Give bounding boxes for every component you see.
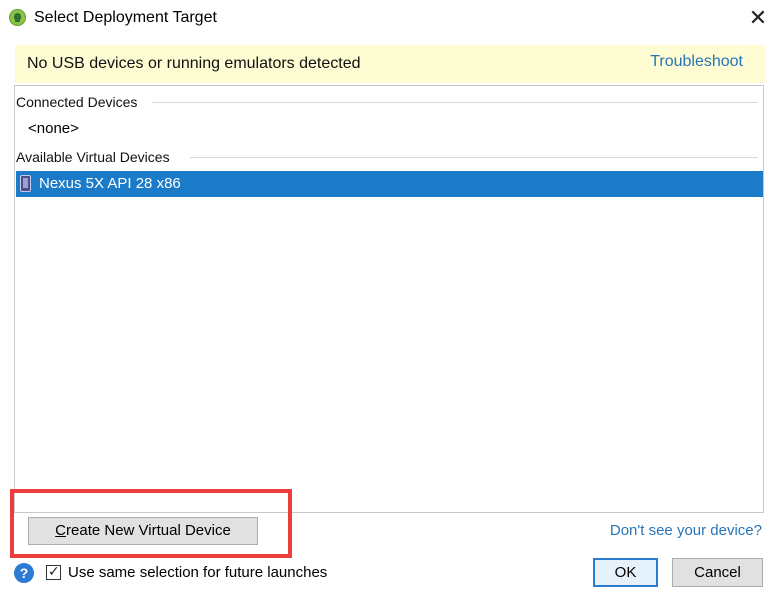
create-button-mnemonic: C bbox=[55, 522, 67, 539]
help-icon[interactable]: ? bbox=[14, 563, 34, 583]
close-icon[interactable]: ✕ bbox=[744, 4, 772, 32]
create-button-label: reate New Virtual Device bbox=[66, 522, 231, 539]
connected-devices-header: Connected Devices bbox=[16, 94, 758, 110]
device-name: Nexus 5X API 28 x86 bbox=[39, 175, 181, 192]
ok-button[interactable]: OK bbox=[593, 558, 658, 587]
connected-devices-empty: <none> bbox=[28, 120, 79, 137]
checkmark-icon: ✓ bbox=[48, 563, 60, 579]
troubleshoot-link[interactable]: Troubleshoot bbox=[650, 53, 743, 71]
select-deployment-target-dialog: Select Deployment Target ✕ No USB device… bbox=[0, 0, 780, 603]
title-bar: Select Deployment Target ✕ bbox=[0, 0, 780, 36]
available-devices-header: Available Virtual Devices bbox=[16, 149, 758, 165]
section-divider bbox=[190, 157, 758, 158]
create-new-virtual-device-button[interactable]: Create New Virtual Device bbox=[28, 517, 258, 545]
dont-see-device-link[interactable]: Don't see your device? bbox=[610, 522, 762, 540]
same-selection-checkbox[interactable]: ✓ bbox=[46, 563, 61, 580]
banner-message: No USB devices or running emulators dete… bbox=[27, 55, 361, 72]
device-list-panel: Connected Devices <none> Available Virtu… bbox=[14, 85, 764, 513]
dialog-title: Select Deployment Target bbox=[34, 9, 217, 26]
available-devices-label: Available Virtual Devices bbox=[16, 149, 178, 165]
warning-banner: No USB devices or running emulators dete… bbox=[15, 45, 765, 83]
cancel-button[interactable]: Cancel bbox=[672, 558, 763, 587]
android-studio-icon bbox=[9, 9, 26, 26]
connected-devices-label: Connected Devices bbox=[16, 94, 146, 110]
phone-icon bbox=[20, 175, 31, 192]
device-row-nexus-5x[interactable]: Nexus 5X API 28 x86 bbox=[16, 171, 763, 197]
same-selection-label[interactable]: Use same selection for future launches bbox=[68, 564, 327, 582]
section-divider bbox=[152, 102, 758, 103]
